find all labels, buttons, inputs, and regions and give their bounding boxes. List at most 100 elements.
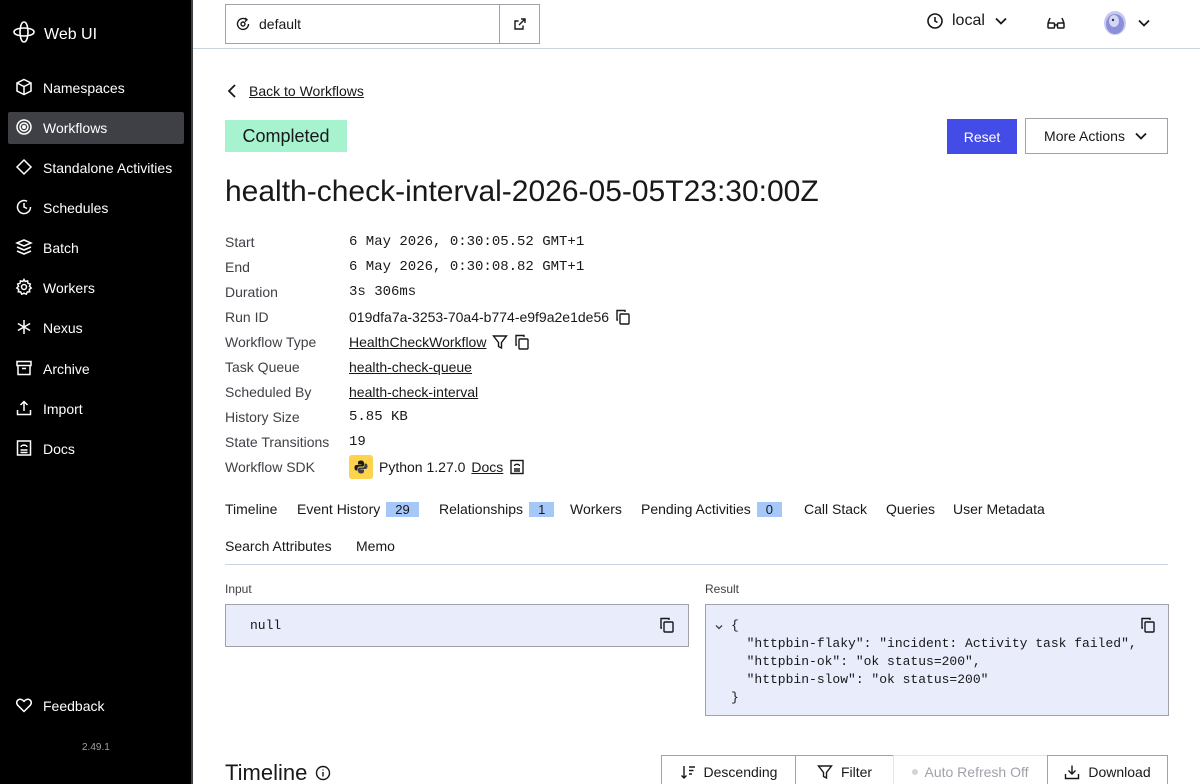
sidebar-item-nexus[interactable]: Nexus — [8, 312, 184, 344]
cluster-selector[interactable]: local — [926, 12, 1009, 30]
detail-value: 6 May 2026, 0:30:05.52 GMT+1 — [349, 234, 585, 250]
tab-timeline[interactable]: Timeline — [225, 497, 277, 521]
detail-label: History Size — [225, 409, 300, 425]
tab-memo[interactable]: Memo — [356, 534, 395, 558]
detail-label: Workflow SDK — [225, 459, 315, 475]
diamond-icon — [15, 158, 33, 179]
filter-label: Filter — [840, 764, 873, 780]
sidebar-item-label: Docs — [43, 441, 75, 457]
download-label: Download — [1088, 764, 1151, 780]
avatar — [1104, 11, 1126, 35]
user-menu[interactable] — [1104, 11, 1152, 35]
feedback-link[interactable]: Feedback — [8, 690, 184, 722]
filter-icon[interactable] — [492, 334, 509, 350]
layers-icon — [15, 238, 33, 259]
info-icon[interactable] — [315, 765, 331, 781]
book-icon[interactable] — [509, 459, 525, 475]
sidebar-item-docs[interactable]: Docs — [8, 433, 184, 465]
chevron-down-icon — [1136, 15, 1152, 31]
sidebar-item-standalone-activities[interactable]: Standalone Activities — [8, 152, 184, 184]
sdk-docs-link[interactable]: Docs — [471, 459, 503, 475]
app-name: Web UI — [44, 25, 98, 43]
tab-user-metadata[interactable]: User Metadata — [953, 497, 1045, 521]
tab-count: 29 — [386, 501, 419, 517]
brand[interactable]: Web UI — [12, 20, 97, 49]
sidebar-item-batch[interactable]: Batch — [8, 232, 184, 264]
sidebar-item-namespaces[interactable]: Namespaces — [8, 72, 184, 104]
tab-count: 0 — [756, 501, 782, 517]
external-link-icon[interactable] — [499, 5, 539, 43]
copy-icon[interactable] — [514, 334, 530, 350]
back-to-workflows-link[interactable]: Back to Workflows — [225, 83, 364, 99]
tab-label: Pending Activities — [641, 501, 751, 517]
collapse-chevron-icon[interactable] — [715, 623, 723, 631]
tab-label: Memo — [356, 538, 395, 554]
result-label: Result — [705, 582, 740, 596]
tab-relationships[interactable]: Relationships 1 — [439, 497, 555, 521]
result-box: { "httpbin-flaky": "incident: Activity t… — [705, 604, 1169, 716]
more-actions-label: More Actions — [1044, 128, 1125, 144]
detail-label: Workflow Type — [225, 334, 317, 350]
feedback-label: Feedback — [43, 698, 105, 714]
tab-call-stack[interactable]: Call Stack — [804, 497, 867, 521]
book-icon — [15, 439, 33, 460]
sidebar-item-label: Workflows — [43, 120, 108, 136]
heart-icon — [15, 696, 33, 717]
json-line: "httpbin-flaky": "incident: Activity tas… — [731, 636, 1137, 651]
sidebar-item-label: Namespaces — [43, 80, 125, 96]
sdk-version: Python 1.27.0 — [379, 459, 466, 475]
tab-label: User Metadata — [953, 501, 1045, 517]
sidebar-item-schedules[interactable]: Schedules — [8, 192, 184, 224]
tab-pending-activities[interactable]: Pending Activities 0 — [641, 497, 782, 521]
namespace-switcher[interactable]: default — [225, 4, 540, 44]
auto-refresh-toggle[interactable]: Auto Refresh Off — [893, 755, 1048, 784]
detail-value: 6 May 2026, 0:30:08.82 GMT+1 — [349, 259, 585, 275]
sidebar-item-workflows[interactable]: Workflows — [8, 112, 184, 144]
descending-button[interactable]: Descending — [661, 755, 796, 784]
input-value: null — [250, 618, 282, 633]
download-button[interactable]: Download — [1047, 755, 1168, 784]
status-badge: Completed — [225, 120, 347, 152]
task-queue-link[interactable]: health-check-queue — [349, 359, 472, 375]
chevron-left-icon — [225, 83, 239, 99]
tab-workers[interactable]: Workers — [570, 497, 622, 521]
tab-search-attributes[interactable]: Search Attributes — [225, 534, 332, 558]
scheduled-by-link[interactable]: health-check-interval — [349, 384, 478, 400]
upload-icon — [15, 399, 33, 420]
detail-value: 19 — [349, 434, 366, 450]
cube-icon — [15, 78, 33, 99]
copy-icon[interactable] — [615, 309, 631, 325]
download-icon — [1064, 764, 1080, 780]
sidebar-item-archive[interactable]: Archive — [8, 353, 184, 385]
clock-icon — [926, 12, 944, 30]
reset-button[interactable]: Reset — [947, 119, 1017, 154]
tab-queries[interactable]: Queries — [886, 497, 935, 521]
copy-icon[interactable] — [1140, 617, 1156, 636]
detail-label: Duration — [225, 284, 278, 300]
namespace-icon — [235, 16, 251, 32]
detail-value: 3s 306ms — [349, 284, 417, 300]
input-label: Input — [225, 582, 252, 596]
input-box: null — [225, 604, 689, 647]
sidebar-item-workers[interactable]: Workers — [8, 272, 184, 304]
json-line: "httpbin-ok": "ok status=200", — [731, 654, 981, 669]
result-json: { "httpbin-flaky": "incident: Activity t… — [731, 617, 1137, 707]
workflow-type-link[interactable]: HealthCheckWorkflow — [349, 334, 486, 350]
detail-label: Scheduled By — [225, 384, 312, 400]
tab-label: Event History — [297, 501, 381, 517]
chevron-down-icon — [993, 13, 1009, 29]
tab-label: Relationships — [439, 501, 524, 517]
copy-icon[interactable] — [659, 617, 675, 636]
glasses-icon[interactable] — [1046, 15, 1066, 38]
cluster-name: local — [952, 12, 985, 29]
tab-event-history[interactable]: Event History 29 — [297, 497, 419, 521]
more-actions-button[interactable]: More Actions — [1025, 118, 1168, 154]
run-id-value: 019dfa7a-3253-70a4-b774-e9f9a2e1de56 — [349, 309, 610, 325]
timeline-title: Timeline — [225, 760, 308, 784]
sidebar-item-label: Standalone Activities — [43, 160, 173, 176]
tab-count: 1 — [529, 501, 555, 517]
workflows-icon — [15, 118, 33, 139]
gear-icon — [15, 277, 33, 299]
filter-button[interactable]: Filter — [795, 755, 894, 784]
sidebar-item-import[interactable]: Import — [8, 393, 184, 425]
